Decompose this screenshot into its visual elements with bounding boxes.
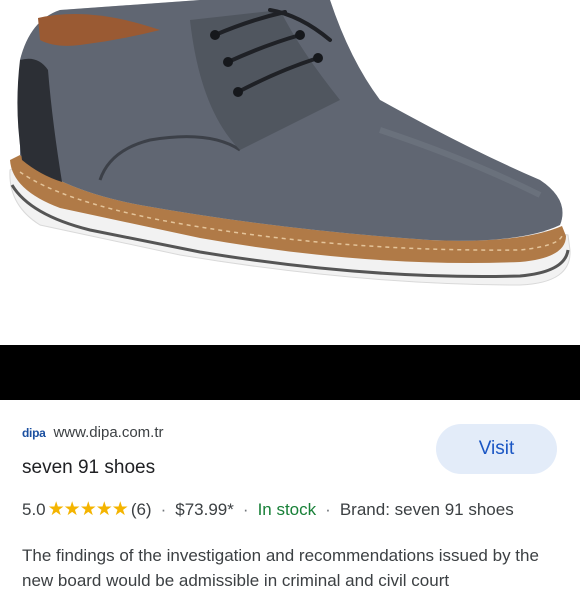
separator: ·: [242, 499, 249, 519]
star-rating-icon: ★★★★★: [47, 499, 129, 520]
separator: ·: [160, 499, 167, 519]
stock-status: In stock: [257, 499, 317, 519]
product-meta: 5.0 ★★★★★ (6) · $73.99* · In stock · Bra…: [22, 498, 514, 521]
image-bottom-bar: [0, 345, 580, 400]
brand-label: Brand: seven 91 shoes: [339, 499, 514, 519]
product-title[interactable]: seven 91 shoes: [22, 457, 155, 479]
site-domain[interactable]: www.dipa.com.tr: [53, 424, 163, 441]
product-description: The findings of the investigation and re…: [22, 546, 539, 590]
result-source[interactable]: dipa www.dipa.com.tr: [22, 424, 164, 441]
rating-value: 5.0: [22, 499, 46, 519]
review-count[interactable]: (6): [131, 500, 152, 520]
product-image[interactable]: [0, 0, 580, 345]
site-favicon: dipa: [22, 425, 46, 440]
visit-button[interactable]: Visit: [436, 424, 557, 474]
shoe-illustration: [9, 0, 571, 286]
separator: ·: [325, 499, 331, 519]
price: $73.99*: [175, 499, 234, 519]
